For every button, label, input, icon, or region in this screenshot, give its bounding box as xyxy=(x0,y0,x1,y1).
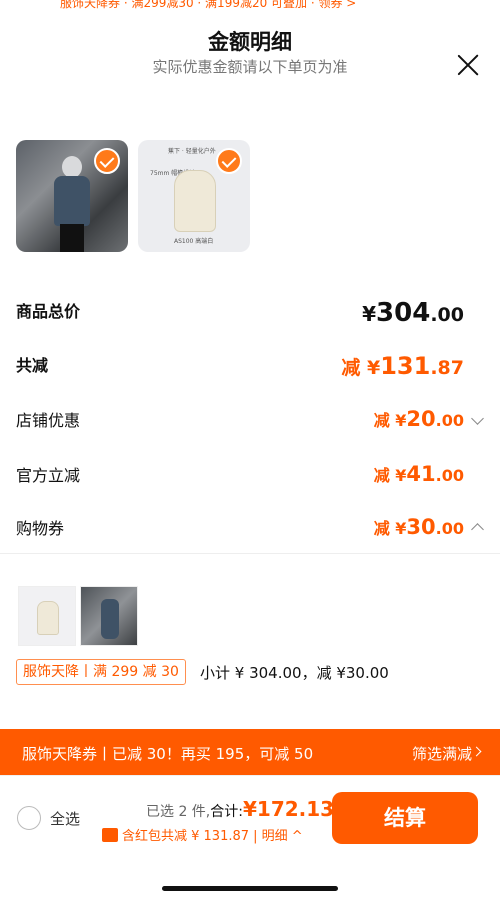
product-thumb-jacket[interactable] xyxy=(16,140,128,252)
coupon-tag: 服饰天降丨满 299 减 30 xyxy=(16,659,186,685)
select-all-label[interactable]: 全选 xyxy=(50,808,80,829)
check-icon[interactable] xyxy=(216,148,242,174)
coupon-product-thumb-hoodie xyxy=(18,586,76,646)
home-indicator xyxy=(162,886,338,891)
product-thumb-hoodie[interactable]: 蕉下 · 轻量化户外 75mm 帽檐设计 AS100 高端白 xyxy=(138,140,250,252)
shop-discount-label: 店铺优惠 xyxy=(16,411,81,430)
selected-summary: 已选 2 件,合计:¥172.13 xyxy=(146,797,334,821)
official-discount-label: 官方立减 xyxy=(16,466,81,485)
detail-text: 含红包共减 ¥ 131.87 | 明细 ^ xyxy=(122,829,303,844)
sheet-subtitle: 实际优惠金额请以下单页为准 xyxy=(152,58,348,76)
banner-text: 服饰天降券丨已减 30！再买 195，可减 50 xyxy=(22,745,314,763)
total-price-label: 商品总价 xyxy=(16,302,81,321)
total-value: ¥172.13 xyxy=(242,797,335,821)
radio-icon[interactable] xyxy=(17,806,41,830)
hoodie-image xyxy=(174,170,216,232)
total-reduce-row: 共减 减 ¥131.87 xyxy=(16,352,464,382)
coupon-discount-label: 购物券 xyxy=(16,519,65,538)
coupon-discount-value: 减 ¥30.00 xyxy=(373,515,464,539)
filter-link[interactable]: 筛选满减 xyxy=(412,743,472,764)
total-price-value: ¥304.00 xyxy=(362,298,464,328)
official-discount-value: 减 ¥41.00 xyxy=(373,462,464,486)
checkout-button[interactable]: 结算 xyxy=(332,792,478,844)
hoodie-brand-text: 蕉下 · 轻量化户外 xyxy=(168,148,216,155)
red-packet-icon xyxy=(102,828,118,842)
sheet-title: 金额明细 xyxy=(208,30,292,54)
product-photo xyxy=(54,156,90,252)
close-icon[interactable] xyxy=(456,53,480,77)
selected-count: 已选 2 件, xyxy=(146,804,211,820)
hoodie-color-text: AS100 高端白 xyxy=(174,238,214,245)
total-reduce-value: 减 ¥131.87 xyxy=(341,352,464,380)
chevron-right-icon xyxy=(471,746,482,757)
coupon-banner[interactable]: 服饰天降券丨已减 30！再买 195，可减 50 筛选满减 xyxy=(0,729,500,775)
check-icon[interactable] xyxy=(94,148,120,174)
coupon-subtotal: 小计 ¥ 304.00，减 ¥30.00 xyxy=(200,664,389,682)
total-price-row: 商品总价 ¥304.00 xyxy=(16,298,464,328)
official-discount-row: 官方立减 减 ¥41.00 xyxy=(16,462,464,492)
shop-discount-value: 减 ¥20.00 xyxy=(373,407,464,431)
promo-strip-text: 服饰天降券 · 满299减30 · 满199减20 可叠加 · 领券 > xyxy=(60,0,357,10)
total-reduce-label: 共减 xyxy=(16,356,49,375)
coupon-product-thumb-jacket xyxy=(80,586,138,646)
total-label: 合计: xyxy=(210,804,243,820)
detail-link[interactable]: 含红包共减 ¥ 131.87 | 明细 ^ xyxy=(102,825,303,844)
coupon-discount-row[interactable]: 购物券 减 ¥30.00 xyxy=(16,515,464,545)
shop-discount-row[interactable]: 店铺优惠 减 ¥20.00 xyxy=(16,407,464,437)
